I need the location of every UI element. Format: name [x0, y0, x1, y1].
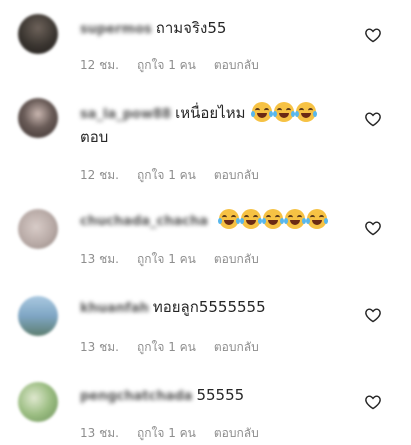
comment-likes[interactable]: ถูกใจ 1 คน — [137, 252, 196, 266]
avatar[interactable] — [18, 296, 58, 336]
avatar[interactable] — [18, 382, 58, 422]
comment-text: ถามจริง55 — [155, 19, 227, 37]
reply-button[interactable]: ตอบกลับ — [214, 168, 259, 182]
heart-outline-icon[interactable] — [364, 220, 382, 236]
heart-outline-icon[interactable] — [364, 394, 382, 410]
heart-outline-icon[interactable] — [364, 307, 382, 323]
avatar[interactable] — [18, 98, 58, 138]
laughing-tears-emoji — [273, 102, 296, 122]
comment-username[interactable]: khuanfah — [80, 301, 149, 316]
laughing-tears-emoji — [251, 102, 274, 122]
laughing-tears-emoji — [295, 102, 318, 122]
comment-username[interactable]: supermos — [80, 22, 152, 37]
laughing-tears-emoji — [217, 209, 240, 229]
avatar[interactable] — [18, 14, 58, 54]
avatar[interactable] — [18, 209, 58, 249]
heart-outline-icon[interactable] — [364, 111, 382, 127]
reply-button[interactable]: ตอบกลับ — [214, 426, 259, 440]
comment-likes[interactable]: ถูกใจ 1 คน — [137, 168, 196, 182]
reply-button[interactable]: ตอบกลับ — [214, 252, 259, 266]
laughing-tears-emoji — [305, 209, 328, 229]
heart-outline-icon[interactable] — [364, 27, 382, 43]
reply-button[interactable]: ตอบกลับ — [214, 58, 259, 72]
laughing-tears-emoji — [283, 209, 306, 229]
comment-text: เหนื่อยไหม — [175, 104, 246, 122]
laughing-tears-emoji — [261, 209, 284, 229]
comment-likes[interactable]: ถูกใจ 1 คน — [137, 340, 196, 354]
comment-time: 13 ชม. — [80, 426, 119, 440]
comment-username[interactable]: chuchada_chacha — [80, 214, 208, 229]
comment-text-continued: ตอบ — [80, 128, 109, 146]
comment-username[interactable]: pengchatchada — [80, 389, 192, 404]
reply-button[interactable]: ตอบกลับ — [214, 340, 259, 354]
laughing-tears-emoji — [239, 209, 262, 229]
comment-likes[interactable]: ถูกใจ 1 คน — [137, 426, 196, 440]
comment-time: 13 ชม. — [80, 252, 119, 266]
comment-likes[interactable]: ถูกใจ 1 คน — [137, 58, 196, 72]
comment-text: 55555 — [196, 386, 245, 404]
comment-time: 13 ชม. — [80, 340, 119, 354]
comment-time: 12 ชม. — [80, 168, 119, 182]
comment-time: 12 ชม. — [80, 58, 119, 72]
comment-text: ทอยลูก5555555 — [152, 298, 266, 316]
comment-username[interactable]: sa_la_pow88 — [80, 107, 171, 122]
